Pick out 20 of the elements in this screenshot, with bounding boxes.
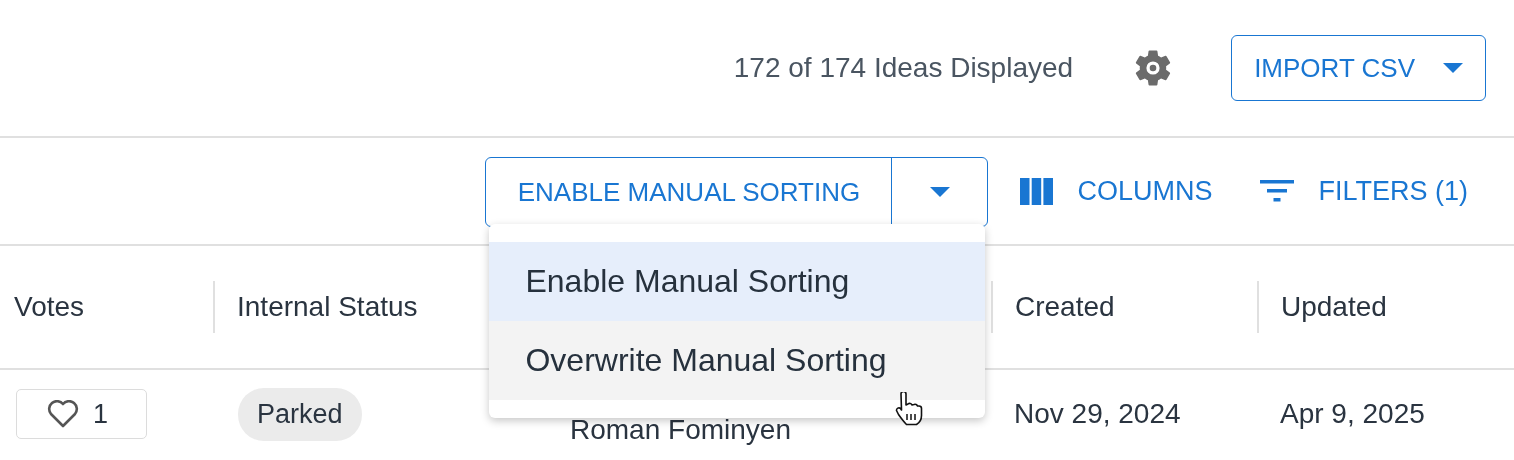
- column-header: Internal Status: [237, 291, 418, 323]
- column-header: Created: [1015, 291, 1115, 323]
- menu-item[interactable]: Enable Manual Sorting: [489, 242, 986, 321]
- ideas-count: 172 of 174 Ideas Displayed: [733, 52, 1074, 84]
- column-header: Votes: [14, 291, 85, 323]
- caret-icon: [929, 187, 950, 197]
- import-csv-button[interactable]: IMPORT CSV: [1231, 35, 1486, 101]
- menu-item[interactable]: Overwrite Manual Sorting: [489, 321, 986, 400]
- table-cell: Roman Fominyen: [570, 414, 791, 446]
- column-header: Updated: [1281, 291, 1387, 323]
- columns-icon: [1020, 177, 1054, 205]
- vote-button[interactable]: 1: [16, 389, 147, 439]
- filter-icon: [1260, 180, 1295, 202]
- status-chip: Parked: [238, 387, 362, 441]
- heart-icon: [47, 400, 79, 428]
- caret-icon: [1443, 63, 1463, 73]
- table-cell: Nov 29, 2024: [1014, 398, 1181, 430]
- columns-button[interactable]: COLUMNS: [1020, 175, 1213, 207]
- filters-button[interactable]: FILTERS (1): [1260, 175, 1468, 207]
- table-cell: Apr 9, 2025: [1280, 398, 1425, 430]
